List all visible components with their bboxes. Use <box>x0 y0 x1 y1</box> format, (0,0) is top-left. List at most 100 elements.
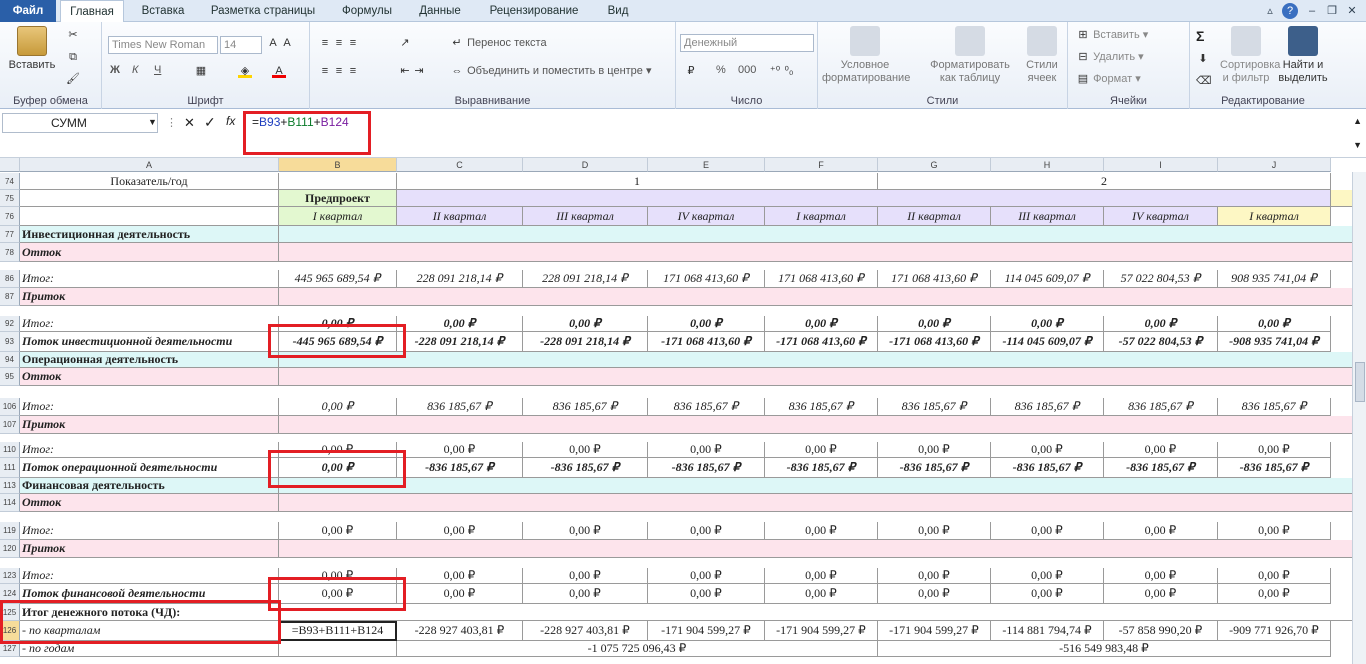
scrollbar-thumb[interactable] <box>1355 362 1365 402</box>
cut-icon[interactable]: ✂ <box>66 28 80 42</box>
cell-c119[interactable]: 0,00 ₽ <box>397 522 523 540</box>
cell-f124[interactable]: 0,00 ₽ <box>765 584 878 604</box>
cell-e93[interactable]: -171 068 413,60 ₽ <box>648 332 765 352</box>
cell-a110[interactable]: Итог: <box>20 442 279 458</box>
cell-h111[interactable]: -836 185,67 ₽ <box>991 458 1104 478</box>
format-painter-icon[interactable]: 🖌 <box>66 72 80 86</box>
cell-j111[interactable]: -836 185,67 ₽ <box>1218 458 1331 478</box>
row-header[interactable]: 111 <box>0 458 20 478</box>
cell-c127[interactable]: -1 075 725 096,43 ₽ <box>397 641 878 657</box>
cell-g106[interactable]: 836 185,67 ₽ <box>878 398 991 416</box>
cell-b75[interactable]: Предпроект <box>279 190 397 207</box>
expand-formula-icon[interactable]: ▲ <box>1353 116 1362 126</box>
row-header[interactable]: 92 <box>0 316 20 332</box>
row-header[interactable]: 119 <box>0 522 20 540</box>
row-header[interactable]: 95 <box>0 368 20 386</box>
sort-filter-button[interactable]: Сортировка и фильтр <box>1220 26 1280 85</box>
help-icon[interactable]: ▵ <box>1262 3 1278 19</box>
cell-f93[interactable]: -171 068 413,60 ₽ <box>765 332 878 352</box>
row-header[interactable]: 77 <box>0 226 20 243</box>
delete-cells-button[interactable]: ⊟ Удалить ▾ <box>1076 50 1143 64</box>
currency-icon[interactable]: ₽ <box>684 64 698 78</box>
clear-icon[interactable]: ⌫ <box>1196 74 1212 88</box>
cell-c74[interactable]: 1 <box>397 173 878 190</box>
cell-d111[interactable]: -836 185,67 ₽ <box>523 458 648 478</box>
cell-j92[interactable]: 0,00 ₽ <box>1218 316 1331 332</box>
cell-a95[interactable]: Отток <box>20 368 279 386</box>
cell-d106[interactable]: 836 185,67 ₽ <box>523 398 648 416</box>
cell-h93[interactable]: -114 045 609,07 ₽ <box>991 332 1104 352</box>
cell-j119[interactable]: 0,00 ₽ <box>1218 522 1331 540</box>
column-header-h[interactable]: H <box>991 158 1104 172</box>
cell-i93[interactable]: -57 022 804,53 ₽ <box>1104 332 1218 352</box>
cell-g123[interactable]: 0,00 ₽ <box>878 568 991 584</box>
cell-c123[interactable]: 0,00 ₽ <box>397 568 523 584</box>
cell-b119[interactable]: 0,00 ₽ <box>279 522 397 540</box>
cell-b106[interactable]: 0,00 ₽ <box>279 398 397 416</box>
align-left-icon[interactable]: ≡ ≡ ≡ <box>318 64 360 78</box>
enter-icon[interactable]: ✓ <box>204 114 216 131</box>
cell-c93[interactable]: -228 091 218,14 ₽ <box>397 332 523 352</box>
row-header[interactable]: 76 <box>0 207 20 226</box>
cell-e76[interactable]: IV квартал <box>648 207 765 226</box>
row-header[interactable]: 110 <box>0 442 20 458</box>
cell-c75[interactable] <box>397 190 1331 207</box>
font-size-combo[interactable]: 14 <box>220 36 262 54</box>
close-icon[interactable]: ✕ <box>1344 3 1360 19</box>
bold-button[interactable]: Ж <box>110 64 120 76</box>
cancel-icon[interactable]: ✕ <box>184 115 195 131</box>
cell-i110[interactable]: 0,00 ₽ <box>1104 442 1218 458</box>
cell-f106[interactable]: 836 185,67 ₽ <box>765 398 878 416</box>
cell-h119[interactable]: 0,00 ₽ <box>991 522 1104 540</box>
cell-i126[interactable]: -57 858 990,20 ₽ <box>1104 621 1218 641</box>
cell-h106[interactable]: 836 185,67 ₽ <box>991 398 1104 416</box>
cell-e111[interactable]: -836 185,67 ₽ <box>648 458 765 478</box>
help-question-icon[interactable]: ? <box>1282 3 1298 19</box>
tab-file[interactable]: Файл <box>0 0 56 22</box>
cell-e92[interactable]: 0,00 ₽ <box>648 316 765 332</box>
cell-j76[interactable]: I квартал <box>1218 207 1331 226</box>
cell-j126[interactable]: -909 771 926,70 ₽ <box>1218 621 1331 641</box>
tab-view[interactable]: Вид <box>598 0 638 22</box>
cell-g86[interactable]: 171 068 413,60 ₽ <box>878 270 991 288</box>
cell-d126[interactable]: -228 927 403,81 ₽ <box>523 621 648 641</box>
row-header[interactable]: 86 <box>0 270 20 288</box>
underline-button[interactable]: Ч <box>154 64 161 76</box>
cell-a113[interactable]: Финансовая деятельность <box>20 478 279 494</box>
orientation-icon[interactable]: ↗ <box>398 36 412 50</box>
format-cells-button[interactable]: ▤ Формат ▾ <box>1076 72 1141 86</box>
cell-b126[interactable]: =B93+B111+B124 <box>279 621 397 641</box>
cell-f86[interactable]: 171 068 413,60 ₽ <box>765 270 878 288</box>
cell-e110[interactable]: 0,00 ₽ <box>648 442 765 458</box>
cell-e124[interactable]: 0,00 ₽ <box>648 584 765 604</box>
collapse-formula-icon[interactable]: ▼ <box>1353 140 1362 150</box>
cell-i111[interactable]: -836 185,67 ₽ <box>1104 458 1218 478</box>
cell-e106[interactable]: 836 185,67 ₽ <box>648 398 765 416</box>
tab-review[interactable]: Рецензирование <box>480 0 588 22</box>
conditional-format-button[interactable]: Условное форматирование <box>822 26 910 85</box>
cell-f92[interactable]: 0,00 ₽ <box>765 316 878 332</box>
cell-j106[interactable]: 836 185,67 ₽ <box>1218 398 1331 416</box>
decimal-icon[interactable]: ⁺⁰ ⁰₀ <box>768 64 796 78</box>
cell-b86[interactable]: 445 965 689,54 ₽ <box>279 270 397 288</box>
cell-c126[interactable]: -228 927 403,81 ₽ <box>397 621 523 641</box>
cell-c86[interactable]: 228 091 218,14 ₽ <box>397 270 523 288</box>
cell-e86[interactable]: 171 068 413,60 ₽ <box>648 270 765 288</box>
cell-i92[interactable]: 0,00 ₽ <box>1104 316 1218 332</box>
column-header-b[interactable]: B <box>279 158 397 172</box>
percent-button[interactable]: % <box>716 64 726 76</box>
cell-d119[interactable]: 0,00 ₽ <box>523 522 648 540</box>
cell-c106[interactable]: 836 185,67 ₽ <box>397 398 523 416</box>
row-header[interactable]: 114 <box>0 494 20 512</box>
row-header[interactable]: 94 <box>0 352 20 368</box>
cell-c76[interactable]: II квартал <box>397 207 523 226</box>
wrap-text-button[interactable]: ↵ Перенос текста <box>450 36 546 50</box>
cell-i123[interactable]: 0,00 ₽ <box>1104 568 1218 584</box>
cell-g76[interactable]: II квартал <box>878 207 991 226</box>
column-header-d[interactable]: D <box>523 158 648 172</box>
cell-h123[interactable]: 0,00 ₽ <box>991 568 1104 584</box>
cell-h92[interactable]: 0,00 ₽ <box>991 316 1104 332</box>
cell-d110[interactable]: 0,00 ₽ <box>523 442 648 458</box>
cell-i86[interactable]: 57 022 804,53 ₽ <box>1104 270 1218 288</box>
cell-h110[interactable]: 0,00 ₽ <box>991 442 1104 458</box>
